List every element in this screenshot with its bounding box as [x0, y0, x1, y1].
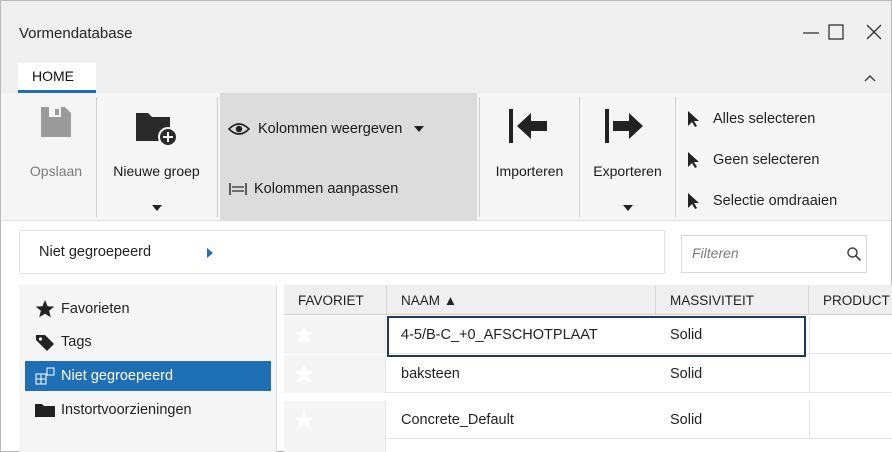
solidity-cell: Solid — [670, 327, 703, 343]
collapse-ribbon-button[interactable] — [863, 71, 877, 85]
new-group-label: Nieuwe groep — [113, 163, 200, 179]
solidity-cell: Solid — [670, 412, 703, 428]
table-row[interactable]: baksteen Solid — [284, 355, 892, 393]
favorite-cell[interactable] — [284, 355, 386, 393]
new-group-button[interactable]: Nieuwe groep — [98, 93, 215, 221]
tree-item-tags[interactable]: Tags — [25, 327, 271, 357]
tree-item-label: Favorieten — [61, 301, 130, 317]
folder-icon — [35, 404, 55, 417]
column-header-name[interactable]: NAAM ▲ — [387, 285, 656, 315]
import-button[interactable]: Importeren — [481, 93, 578, 221]
ungrouped-icon — [35, 367, 55, 385]
adjust-columns-label: Kolommen aanpassen — [254, 181, 399, 197]
tree-item-label: Instortvoorzieningen — [61, 402, 192, 418]
search-icon[interactable] — [846, 246, 862, 262]
cursor-arrow-icon — [688, 111, 699, 127]
adjust-columns-button[interactable]: Kolommen aanpassen — [228, 177, 398, 201]
table-header: FAVORIET NAAM ▲ MASSIVITEIT PRODUCT — [284, 285, 892, 315]
product-cell — [809, 401, 892, 439]
columns-group: Kolommen weergeven Kolommen aanpassen — [220, 93, 477, 221]
export-button[interactable]: Exporteren — [581, 93, 674, 221]
window-title: Vormendatabase — [19, 25, 133, 42]
maximize-button[interactable] — [823, 19, 849, 45]
invert-selection-button[interactable]: Selectie omdraaien — [683, 189, 837, 213]
star-icon — [35, 300, 55, 318]
ribbon-separator — [479, 97, 480, 217]
name-cell: baksteen — [401, 366, 460, 382]
ribbon-separator — [579, 97, 580, 217]
cursor-arrow-icon — [688, 152, 699, 168]
export-label: Exporteren — [593, 163, 662, 179]
solidity-cell: Solid — [670, 366, 703, 382]
minimize-icon — [803, 32, 819, 34]
chevron-down-icon — [623, 205, 633, 211]
import-label: Importeren — [495, 163, 564, 179]
product-cell — [809, 316, 892, 354]
ribbon-separator — [217, 97, 218, 217]
chevron-up-icon — [864, 74, 876, 82]
save-button[interactable]: Opslaan — [19, 93, 93, 221]
star-icon — [294, 411, 314, 429]
select-none-label: Geen selecteren — [713, 152, 820, 168]
ribbon: Opslaan Nieuwe groep Kolommen weergeven — [1, 93, 891, 221]
column-header-product[interactable]: PRODUCT — [809, 285, 892, 315]
tab-home[interactable]: HOME — [18, 63, 96, 93]
select-all-button[interactable]: Alles selecteren — [683, 107, 815, 131]
favorite-cell[interactable] — [284, 316, 386, 354]
close-button[interactable] — [861, 19, 887, 45]
show-columns-label: Kolommen weergeven — [258, 121, 403, 137]
star-icon — [294, 326, 314, 344]
maximize-icon — [828, 24, 844, 40]
table-row[interactable]: 4-5/B-C_+0_AFSCHOTPLAAT Solid — [284, 316, 892, 354]
filter-box — [681, 235, 867, 273]
chevron-right-icon[interactable] — [207, 248, 213, 258]
title-bar: Vormendatabase — [1, 1, 891, 63]
column-header-solidity[interactable]: MASSIVITEIT — [656, 285, 809, 315]
column-width-icon — [229, 183, 247, 195]
breadcrumb[interactable]: Niet gegroepeerd — [19, 230, 665, 274]
name-cell: 4-5/B-C_+0_AFSCHOTPLAAT — [401, 327, 598, 343]
tree-item-label: Tags — [61, 334, 92, 350]
save-label: Opslaan — [29, 163, 83, 179]
star-icon — [294, 365, 314, 383]
tree-item-ungrouped[interactable]: Niet gegroepeerd — [25, 361, 271, 391]
name-cell: Concrete_Default — [401, 412, 514, 428]
shape-database-window: Vormendatabase HOME Opslaan Nieuwe groep… — [0, 0, 892, 452]
favorite-cell — [284, 439, 386, 452]
shapes-table: FAVORIET NAAM ▲ MASSIVITEIT PRODUCT 4-5/… — [284, 285, 892, 452]
selection-group: Alles selecteren Geen selecteren Selecti… — [677, 93, 873, 221]
export-arrow-icon — [605, 109, 643, 143]
tree-item-label: Niet gegroepeerd — [61, 368, 174, 384]
column-header-favorite[interactable]: FAVORIET — [284, 285, 387, 315]
close-icon — [866, 24, 882, 40]
new-folder-icon — [136, 113, 178, 147]
select-none-button[interactable]: Geen selecteren — [683, 148, 819, 172]
select-all-label: Alles selecteren — [713, 111, 816, 127]
breadcrumb-current[interactable]: Niet gegroepeerd — [39, 244, 151, 260]
invert-selection-label: Selectie omdraaien — [713, 193, 838, 209]
tag-icon — [36, 335, 54, 351]
chevron-down-icon — [414, 126, 425, 132]
ribbon-separator — [96, 97, 97, 217]
minimize-button[interactable] — [798, 19, 824, 45]
chevron-down-icon — [152, 205, 162, 211]
ribbon-tab-strip: HOME — [1, 63, 891, 93]
ribbon-separator — [675, 97, 676, 217]
favorite-cell[interactable] — [284, 401, 386, 439]
filter-input[interactable] — [692, 245, 832, 261]
tree-item-favorites[interactable]: Favorieten — [25, 294, 271, 324]
import-arrow-icon — [509, 109, 547, 143]
tree-item-instortvoorzieningen[interactable]: Instortvoorzieningen — [25, 395, 271, 425]
table-row[interactable]: Concrete_Default Solid — [284, 401, 892, 439]
product-cell — [809, 355, 892, 393]
eye-icon — [228, 123, 250, 135]
show-columns-dropdown[interactable]: Kolommen weergeven — [228, 117, 425, 141]
save-icon — [41, 107, 71, 137]
group-tree: Favorieten Tags Niet gegroepeerd Instort… — [19, 285, 277, 452]
cursor-arrow-icon — [688, 193, 699, 209]
